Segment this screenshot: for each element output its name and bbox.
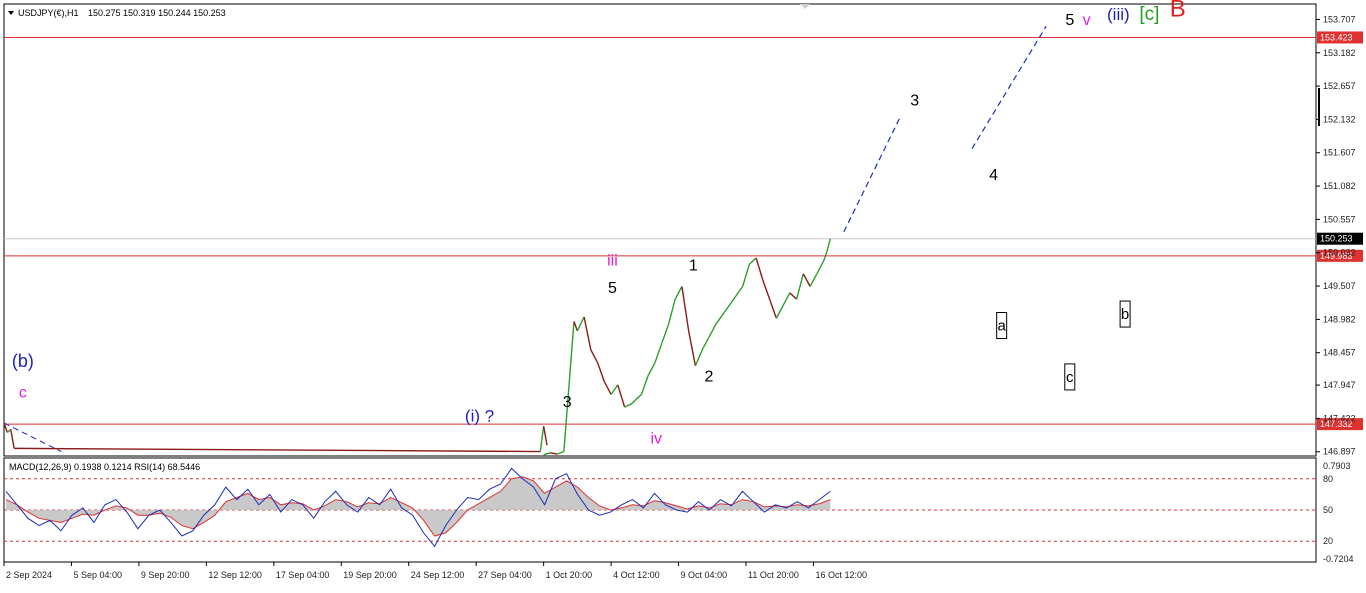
time-tick-label-7: 27 Sep 04:00 — [478, 570, 532, 580]
symbol-label: USDJPY(€),H1 — [18, 8, 79, 18]
time-tick-label-1: 5 Sep 04:00 — [73, 570, 122, 580]
wave-label-9: 3 — [910, 93, 919, 110]
boxed-label-2: b — [1121, 306, 1129, 323]
indicator-tick-label-1: 80 — [1323, 474, 1333, 484]
time-tick-label-2: 9 Sep 20:00 — [141, 570, 190, 580]
wave-label-8: 2 — [704, 369, 713, 386]
time-tick-label-5: 19 Sep 20:00 — [343, 570, 397, 580]
price-chart[interactable]: 153.423149.983147.332150.253 (b)c(i) ?35… — [0, 0, 1366, 588]
indicator-tick-label-3: 20 — [1323, 536, 1333, 546]
price-tick-label-8: 149.507 — [1323, 281, 1356, 291]
time-tick-label-9: 4 Oct 12:00 — [613, 570, 660, 580]
wave-label-11: 5 — [1065, 12, 1074, 29]
wave-label-10: 4 — [989, 167, 998, 184]
price-tick-label-11: 147.947 — [1323, 380, 1356, 390]
wave-label-6: iv — [651, 430, 663, 447]
chart-root: 153.423 149.983 147.332 150.253 (b) c (i) ? 3 5… — [0, 0, 1366, 588]
price-tick-label-2: 152.657 — [1323, 81, 1356, 91]
price-tick-label-7: 150.032 — [1323, 248, 1356, 258]
price-tick-label-3: 152.132 — [1323, 114, 1356, 124]
price-tick-label-0: 153.707 — [1323, 14, 1356, 24]
price-tick-label-10: 148.457 — [1323, 348, 1356, 358]
time-tick-label-3: 12 Sep 12:00 — [208, 570, 262, 580]
time-tick-label-12: 16 Oct 12:00 — [815, 570, 867, 580]
wave-label-12: v — [1083, 12, 1091, 29]
current-price-label: 150.253 — [1320, 234, 1353, 244]
wave-label-3: 3 — [563, 394, 572, 411]
wave-label-1: c — [19, 385, 27, 402]
wave-label-0: (b) — [12, 351, 34, 371]
wave-label-7: 1 — [689, 258, 698, 275]
price-scale-handle[interactable] — [1318, 88, 1320, 126]
wave-label-4: 5 — [608, 280, 617, 297]
price-tick-label-6: 150.557 — [1323, 214, 1356, 224]
price-tick-label-4: 151.607 — [1323, 148, 1356, 158]
indicator-label: MACD(12,26,9) 0.1938 0.1214 RSI(14) 68.5… — [9, 462, 200, 472]
wave-label-15: B — [1170, 0, 1186, 23]
indicator-tick-label-4: -0.7204 — [1323, 554, 1354, 564]
price-tick-label-5: 151.082 — [1323, 181, 1356, 191]
price-tick-label-13: 146.897 — [1323, 447, 1356, 457]
wave-label-2: (i) ? — [465, 407, 494, 426]
wave-label-14: [c] — [1139, 4, 1159, 25]
price-tick-label-9: 148.982 — [1323, 314, 1356, 324]
ohlc-label: 150.275 150.319 150.244 150.253 — [88, 8, 226, 18]
wave-label-13: (iii) — [1107, 5, 1130, 24]
time-tick-label-6: 24 Sep 12:00 — [411, 570, 465, 580]
indicator-tick-label-2: 50 — [1323, 505, 1333, 515]
boxed-label-0: a — [997, 317, 1006, 334]
price-tick-label-1: 153.182 — [1323, 48, 1356, 58]
price-tick-label-12: 147.422 — [1323, 413, 1356, 423]
time-tick-label-11: 11 Oct 20:00 — [748, 570, 799, 580]
time-tick-label-8: 1 Oct 20:00 — [546, 570, 593, 580]
wave-label-5: iii — [607, 253, 618, 270]
indicator-tick-label-0: 0.7903 — [1323, 461, 1351, 471]
level-tag-label-0: 153.423 — [1320, 32, 1353, 42]
time-tick-label-0: 2 Sep 2024 — [6, 570, 52, 580]
time-tick-label-4: 17 Sep 04:00 — [276, 570, 330, 580]
boxed-label-1: c — [1066, 369, 1074, 386]
time-tick-label-10: 9 Oct 04:00 — [681, 570, 728, 580]
